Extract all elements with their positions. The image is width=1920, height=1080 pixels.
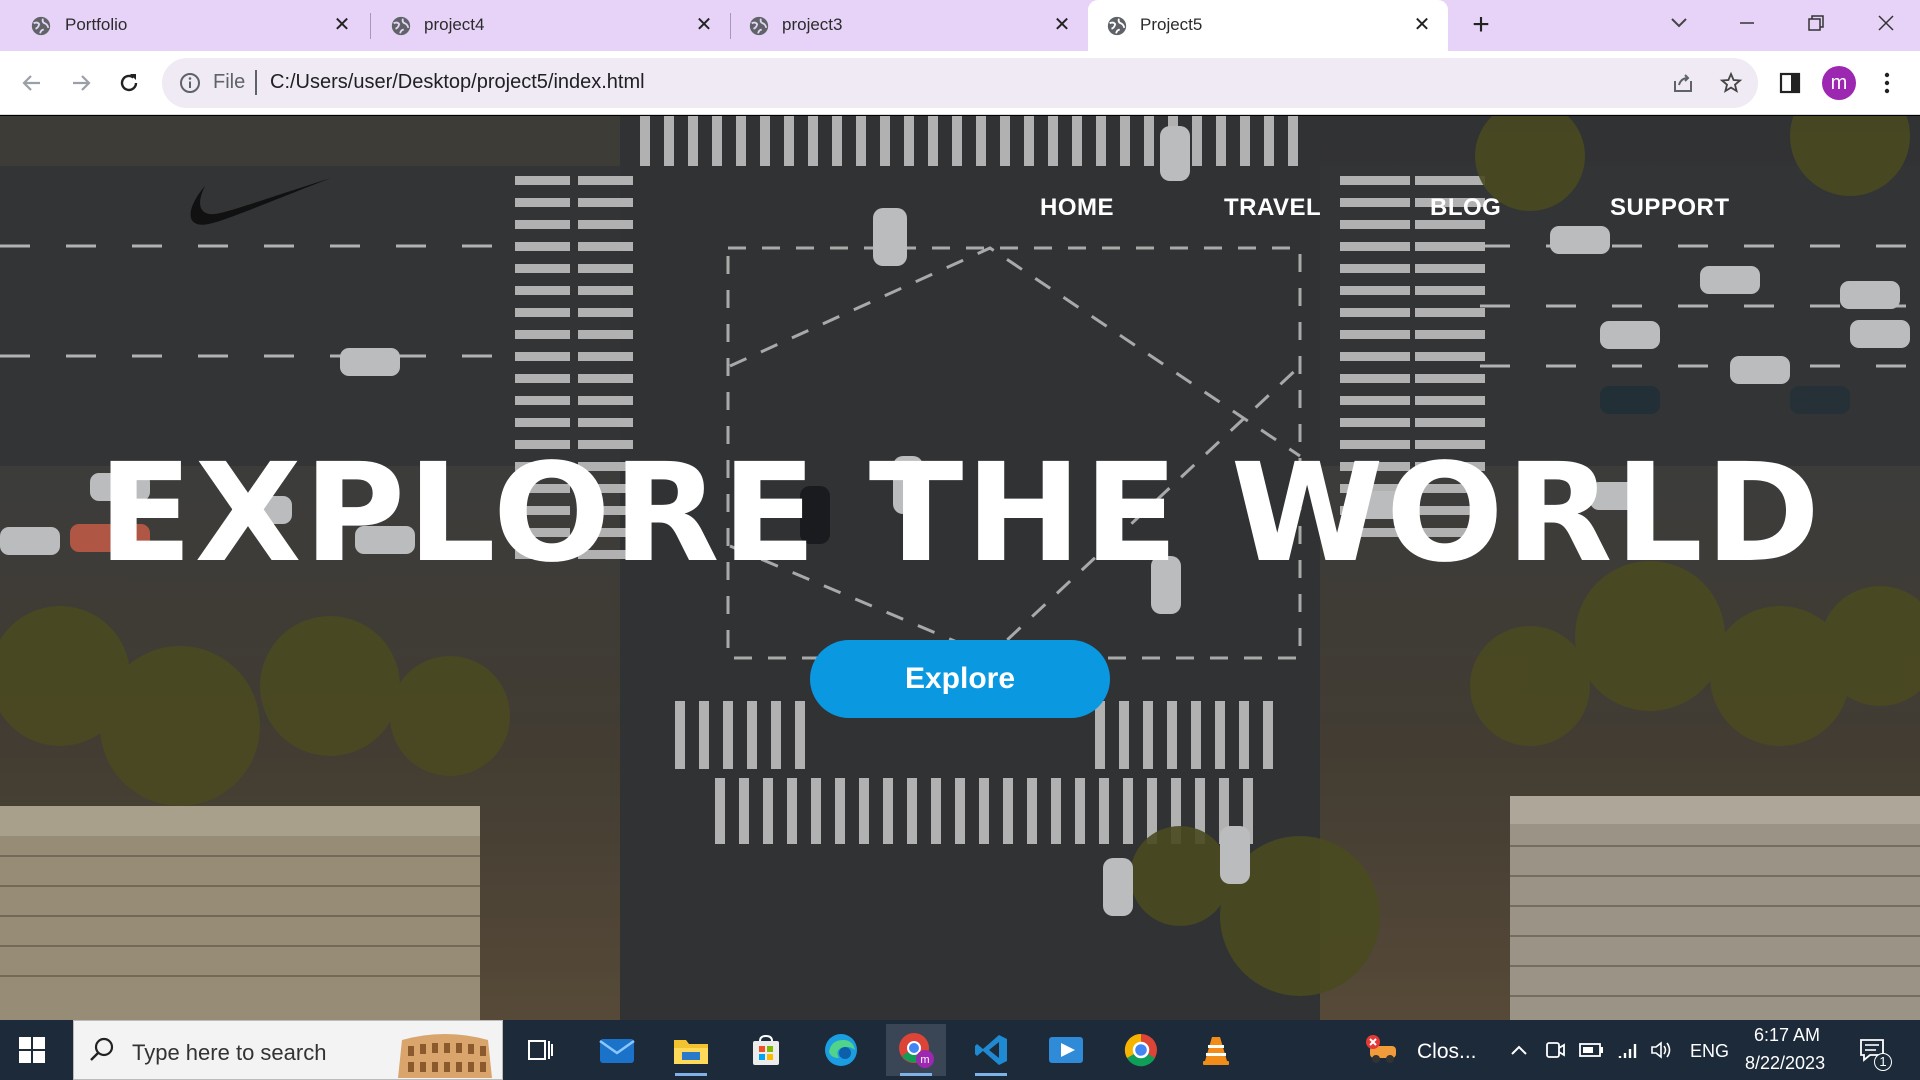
- nav-travel-link[interactable]: TRAVEL: [1224, 194, 1321, 222]
- tab-close-icon[interactable]: ✕: [1050, 12, 1074, 36]
- globe-icon: [749, 16, 769, 36]
- tab-title: project3: [782, 15, 843, 34]
- nav-support-link[interactable]: SUPPORT: [1610, 194, 1730, 222]
- reload-button[interactable]: [111, 65, 147, 101]
- address-separator: [255, 70, 257, 95]
- meet-now-icon[interactable]: [1542, 1037, 1568, 1063]
- tab-title: Project5: [1140, 15, 1203, 34]
- clock-time[interactable]: 6:17 AM: [1754, 1025, 1820, 1046]
- close-window-button[interactable]: [1866, 8, 1906, 38]
- reload-icon: [120, 74, 138, 92]
- tab-close-icon[interactable]: ✕: [1410, 12, 1434, 36]
- globe-icon: [31, 16, 51, 36]
- tab-portfolio[interactable]: Portfolio ✕: [0, 0, 368, 51]
- media-player-icon[interactable]: [1036, 1024, 1096, 1076]
- bookmark-star-icon[interactable]: [1716, 68, 1746, 98]
- menu-kebab-icon[interactable]: [1872, 68, 1902, 98]
- battery-icon[interactable]: [1578, 1037, 1604, 1063]
- nav-home-link[interactable]: HOME: [1040, 194, 1114, 222]
- profile-avatar[interactable]: m: [1822, 66, 1856, 100]
- tab-search-chevron-icon[interactable]: [1659, 8, 1699, 38]
- windows-start-icon[interactable]: [15, 1033, 49, 1067]
- restore-button[interactable]: [1796, 8, 1836, 38]
- running-indicator: [675, 1073, 707, 1076]
- address-url[interactable]: C:/Users/user/Desktop/project5/index.htm…: [270, 71, 645, 94]
- svg-text:m: m: [920, 1054, 929, 1066]
- search-placeholder: Type here to search: [132, 1040, 327, 1065]
- wifi-icon[interactable]: [1614, 1037, 1640, 1063]
- notification-app-label[interactable]: Clos...: [1417, 1040, 1477, 1064]
- arrow-right-icon: [73, 75, 91, 91]
- tab-title: project4: [424, 15, 485, 34]
- tab-close-icon[interactable]: ✕: [692, 12, 716, 36]
- running-indicator: [900, 1073, 932, 1076]
- globe-icon: [391, 16, 411, 36]
- microsoft-store-icon[interactable]: [736, 1024, 796, 1076]
- clock-date[interactable]: 8/22/2023: [1745, 1053, 1825, 1074]
- tab-close-icon[interactable]: ✕: [330, 12, 354, 36]
- nav-blog-link[interactable]: BLOG: [1430, 194, 1501, 222]
- back-button[interactable]: [14, 65, 50, 101]
- language-indicator[interactable]: ENG: [1690, 1041, 1729, 1062]
- running-indicator: [975, 1073, 1007, 1076]
- new-tab-button[interactable]: +: [1465, 10, 1497, 42]
- tab-separator: [730, 13, 731, 39]
- forward-button[interactable]: [63, 65, 99, 101]
- arrow-left-icon: [22, 75, 40, 91]
- vscode-icon[interactable]: [961, 1024, 1021, 1076]
- chrome-icon[interactable]: [1111, 1024, 1171, 1076]
- share-icon[interactable]: [1668, 68, 1698, 98]
- vlc-icon[interactable]: [1186, 1024, 1246, 1076]
- search-highlight-colosseum-icon: [398, 1034, 492, 1078]
- tab-separator: [370, 13, 371, 39]
- notification-app-icon[interactable]: [1362, 1024, 1402, 1076]
- globe-icon: [1107, 16, 1127, 36]
- tab-project5[interactable]: Project5 ✕: [1088, 0, 1448, 51]
- edge-icon[interactable]: [811, 1024, 871, 1076]
- hero-headline: EXPLORE THE WORLD: [97, 435, 1823, 593]
- chrome-profile-icon[interactable]: m: [886, 1024, 946, 1076]
- tab-project4[interactable]: project4 ✕: [372, 0, 730, 51]
- tab-project3[interactable]: project3 ✕: [732, 0, 1088, 51]
- search-icon: [90, 1037, 114, 1061]
- hero-section: HOME TRAVEL BLOG SUPPORT EXPLORE THE WOR…: [0, 116, 1920, 1020]
- info-icon[interactable]: [178, 71, 202, 95]
- mail-icon[interactable]: [587, 1024, 647, 1076]
- task-view-icon[interactable]: [510, 1024, 570, 1076]
- show-hidden-icons-chevron-icon[interactable]: [1506, 1037, 1532, 1063]
- nike-swoosh-logo[interactable]: [183, 168, 333, 238]
- minimize-button[interactable]: [1727, 8, 1767, 38]
- volume-icon[interactable]: [1648, 1037, 1674, 1063]
- explore-button[interactable]: Explore: [810, 640, 1110, 718]
- file-explorer-icon[interactable]: [661, 1024, 721, 1076]
- address-scheme-label: File: [213, 71, 246, 93]
- side-panel-icon[interactable]: [1775, 68, 1805, 98]
- notification-count-badge: 1: [1874, 1053, 1892, 1071]
- tab-title: Portfolio: [65, 15, 128, 34]
